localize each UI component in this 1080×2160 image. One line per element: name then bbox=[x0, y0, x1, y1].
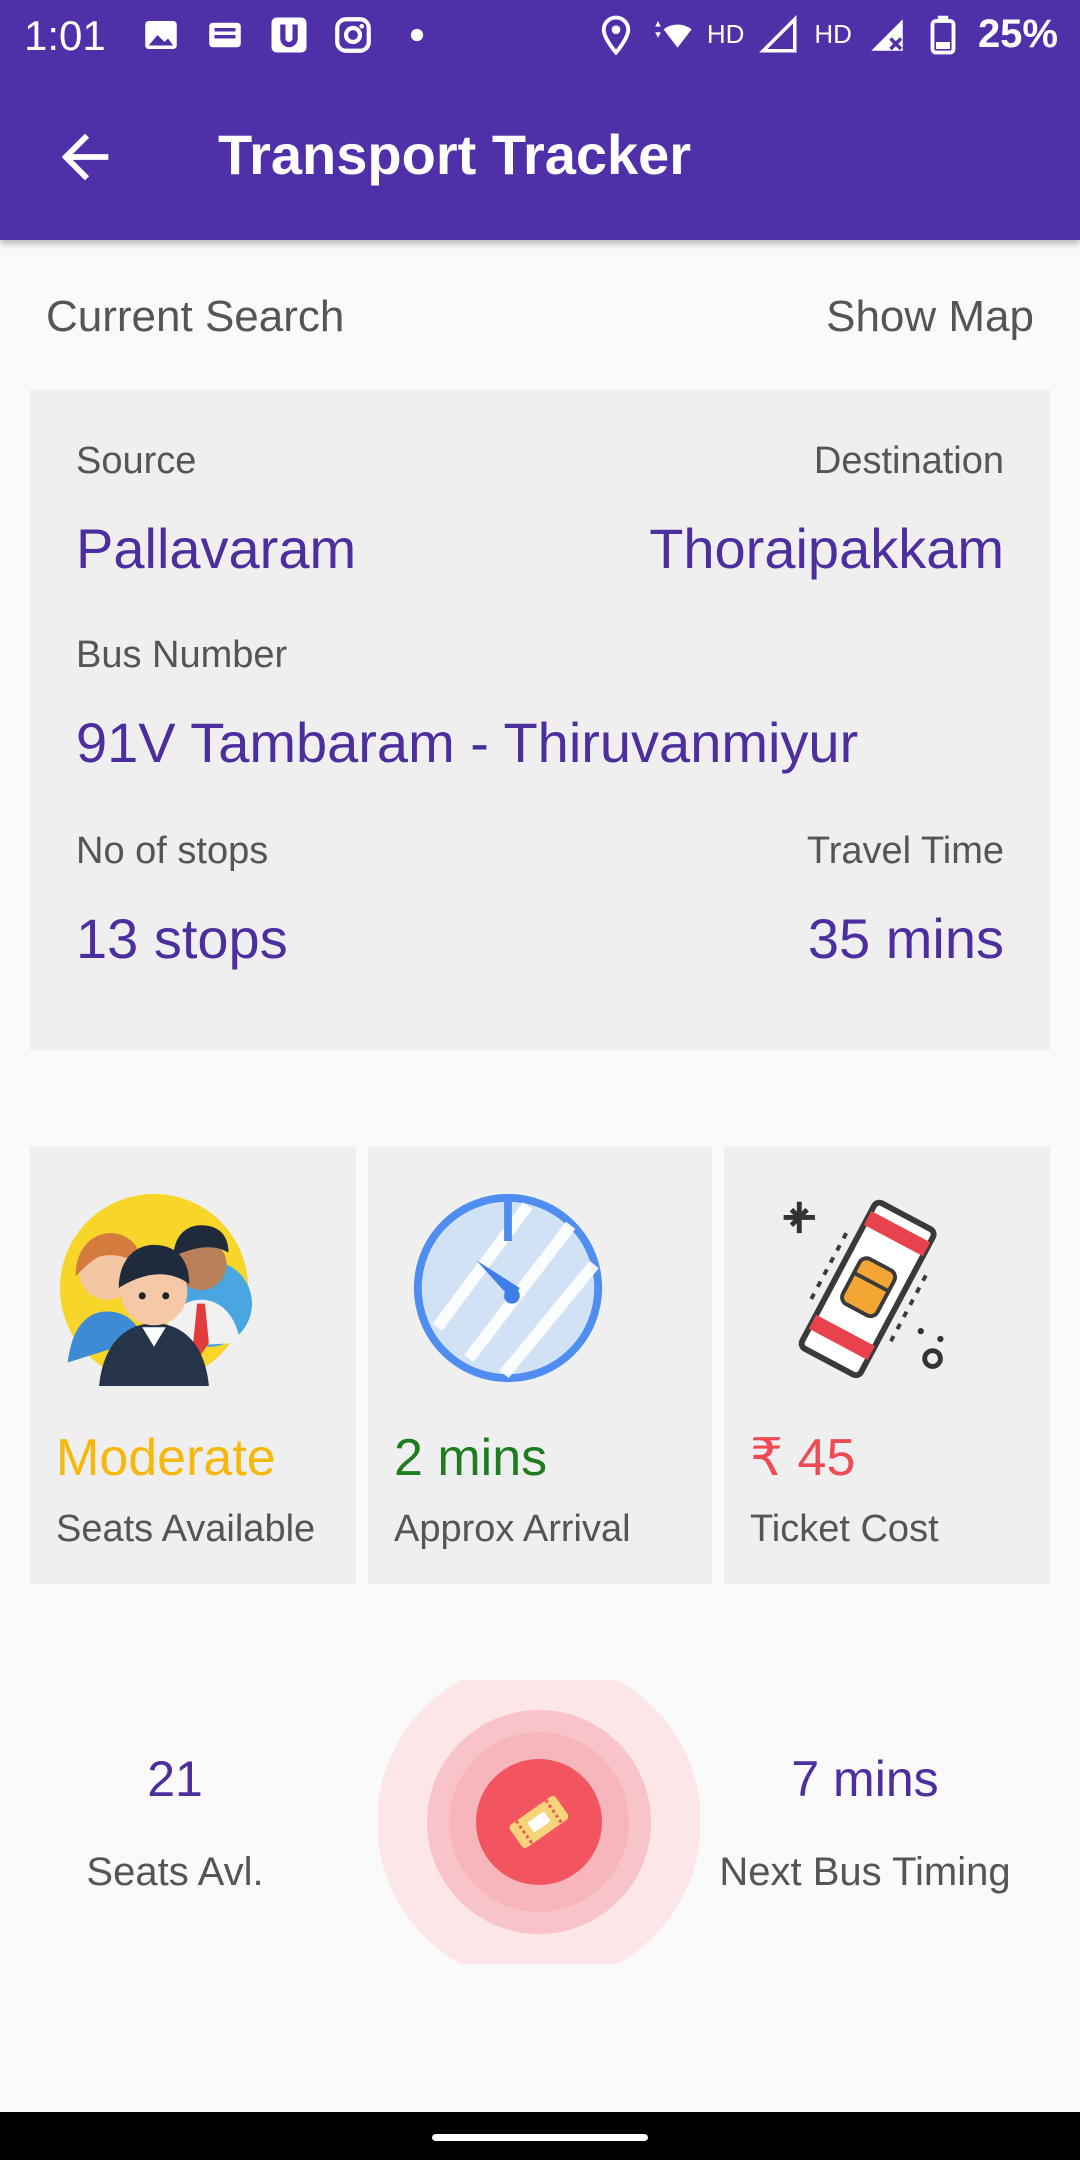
ticket-cost-label: Ticket Cost bbox=[750, 1508, 939, 1550]
stopwatch-icon bbox=[413, 1193, 603, 1383]
current-search-label: Current Search bbox=[46, 292, 345, 341]
ticket-cost-value: ₹ 45 bbox=[750, 1429, 856, 1487]
destination-label: Destination bbox=[813, 440, 1004, 482]
wifi-icon bbox=[655, 20, 692, 48]
seats-availability-value: Moderate bbox=[56, 1429, 276, 1487]
battery-icon bbox=[930, 15, 956, 54]
show-map-button[interactable]: Show Map bbox=[826, 292, 1034, 342]
back-arrow-icon[interactable] bbox=[50, 122, 120, 192]
status-time: 1:01 bbox=[24, 12, 106, 59]
battery-percent: 25% bbox=[977, 12, 1058, 56]
ticket-icon bbox=[783, 1199, 944, 1379]
source-label: Source bbox=[76, 440, 197, 482]
signal-icon bbox=[759, 14, 797, 52]
bus-number-value: 91V Tambaram - Thiruvanmiyur bbox=[76, 711, 859, 774]
u-app-icon bbox=[271, 17, 307, 53]
app-bar: Transport Tracker bbox=[0, 72, 1080, 240]
destination-value: Thoraipakkam bbox=[649, 517, 1004, 580]
stops-value: 13 stops bbox=[76, 907, 288, 970]
seats-tile[interactable]: Moderate Seats Available bbox=[30, 1146, 356, 1584]
seats-available-count: 21 bbox=[147, 1751, 203, 1807]
arrival-tile[interactable]: 2 mins Approx Arrival bbox=[368, 1146, 712, 1584]
location-icon bbox=[601, 15, 630, 55]
signal-no-data-icon bbox=[871, 18, 903, 51]
news-icon bbox=[209, 22, 241, 48]
book-ticket-button[interactable] bbox=[378, 1680, 700, 1964]
ticket-cost-tile[interactable]: ₹ 45 Ticket Cost bbox=[724, 1146, 1050, 1584]
instagram-icon bbox=[335, 17, 371, 53]
travel-time-label: Travel Time bbox=[806, 830, 1004, 872]
arrival-value: 2 mins bbox=[394, 1429, 548, 1487]
people-icon bbox=[59, 1193, 252, 1386]
dot-icon bbox=[410, 28, 424, 42]
next-bus-label: Next Bus Timing bbox=[719, 1850, 1011, 1894]
route-card: Source Destination Pallavaram Thoraipakk… bbox=[30, 390, 1050, 1050]
next-bus-value: 7 mins bbox=[791, 1751, 939, 1807]
status-bar: 1:01 HD HD 25% bbox=[0, 0, 1080, 72]
network-type-2: HD bbox=[814, 19, 852, 49]
network-type-1: HD bbox=[706, 19, 745, 49]
bus-number-label: Bus Number bbox=[76, 634, 288, 676]
seats-available-label: Seats Avl. bbox=[86, 1850, 264, 1894]
seats-availability-label: Seats Available bbox=[56, 1508, 316, 1550]
source-value: Pallavaram bbox=[76, 517, 357, 580]
notification-icons bbox=[140, 14, 438, 56]
stops-label: No of stops bbox=[76, 830, 269, 872]
system-icons: HD HD 25% bbox=[595, 12, 1058, 57]
travel-time-value: 35 mins bbox=[807, 907, 1004, 970]
app-title: Transport Tracker bbox=[218, 123, 692, 186]
arrival-label: Approx Arrival bbox=[394, 1508, 631, 1550]
image-icon bbox=[145, 21, 177, 49]
home-gesture-handle[interactable] bbox=[432, 2134, 648, 2141]
